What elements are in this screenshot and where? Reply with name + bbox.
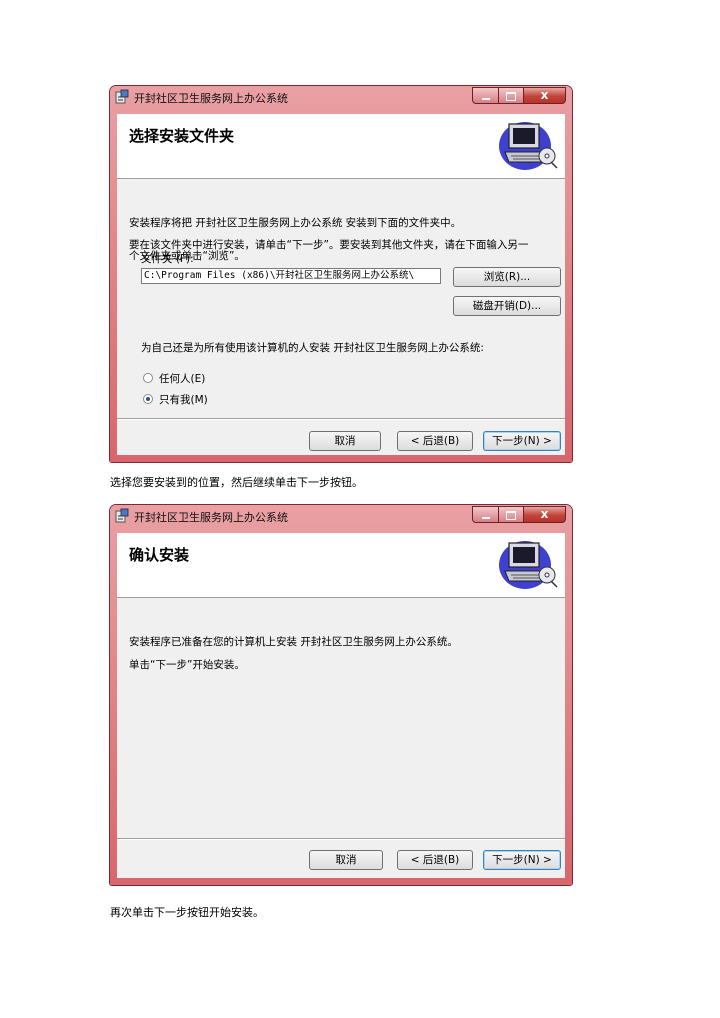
close-glyph: x (540, 507, 549, 521)
just-me-option-label[interactable]: 只有我(M) (159, 392, 208, 407)
back-button[interactable]: < 后退(B) (397, 850, 473, 870)
maximize-icon[interactable] (499, 87, 524, 104)
minimize-icon[interactable] (472, 87, 499, 104)
caption-buttons: x (472, 506, 566, 523)
just-me-radio[interactable] (143, 394, 153, 404)
next-button[interactable]: 下一步(N) > (483, 850, 561, 870)
minimize-icon[interactable] (472, 506, 499, 523)
installer-icon (115, 508, 129, 523)
window-title: 开封社区卫生服务网上办公系统 (134, 511, 288, 524)
close-icon[interactable]: x (524, 87, 566, 104)
header-title: 确认安装 (129, 546, 190, 564)
dialog-body: 选择安装文件夹 安装程序将把 开封社区卫生服务网上办公系统 安装到下面的文件夹中… (117, 114, 565, 455)
dialog-header: 确认安装 (117, 533, 565, 598)
browse-button[interactable]: 浏览(R)... (453, 267, 561, 287)
install-folder-dialog: 开封社区卫生服务网上办公系统 x 选择安装文件夹 安装程序将把 开封社区卫生服务… (110, 86, 572, 462)
header-title: 选择安装文件夹 (129, 127, 235, 145)
disk-cost-button[interactable]: 磁盘开销(D)... (453, 296, 561, 316)
cancel-button[interactable]: 取消 (309, 431, 381, 451)
dialog-header: 选择安装文件夹 (117, 114, 565, 179)
intro-text: 安装程序将把 开封社区卫生服务网上办公系统 安装到下面的文件夹中。 (129, 217, 462, 229)
dialog-body: 确认安装 安装程序已准备在您的计算机上安装 开封社区卫生服务网上办公系统。 单击… (117, 533, 565, 878)
close-icon[interactable]: x (524, 506, 566, 523)
close-glyph: x (540, 88, 549, 102)
caption-2: 再次单击下一步按钮开始安装。 (110, 906, 264, 919)
everyone-radio[interactable] (143, 373, 153, 383)
everyone-option-label[interactable]: 任何人(E) (159, 371, 205, 386)
caption-1: 选择您要安装到的位置，然后继续单击下一步按钮。 (110, 476, 363, 489)
folder-label: 文件夹 (F): (141, 253, 194, 265)
maximize-icon[interactable] (499, 506, 524, 523)
window-title: 开封社区卫生服务网上办公系统 (134, 92, 288, 105)
computer-cd-icon (499, 122, 558, 170)
cancel-button[interactable]: 取消 (309, 850, 383, 870)
back-button[interactable]: < 后退(B) (397, 431, 473, 451)
click-next-text: 单击“下一步”开始安装。 (129, 659, 245, 671)
button-separator (117, 838, 565, 840)
title-bar[interactable]: 开封社区卫生服务网上办公系统 x (110, 86, 572, 108)
installer-icon (115, 89, 129, 104)
install-for-label: 为自己还是为所有使用该计算机的人安装 开封社区卫生服务网上办公系统: (141, 342, 484, 354)
confirm-install-dialog: 开封社区卫生服务网上办公系统 x 确认安装 安装程序已准备在您的计算机上安装 开… (110, 505, 572, 885)
computer-cd-icon (499, 541, 558, 589)
title-bar[interactable]: 开封社区卫生服务网上办公系统 x (110, 505, 572, 527)
ready-text: 安装程序已准备在您的计算机上安装 开封社区卫生服务网上办公系统。 (129, 636, 458, 648)
next-button[interactable]: 下一步(N) > (483, 431, 561, 451)
folder-path-input[interactable]: C:\Program Files (x86)\开封社区卫生服务网上办公系统\ (141, 268, 441, 284)
button-separator (117, 418, 565, 420)
caption-buttons: x (472, 87, 566, 104)
